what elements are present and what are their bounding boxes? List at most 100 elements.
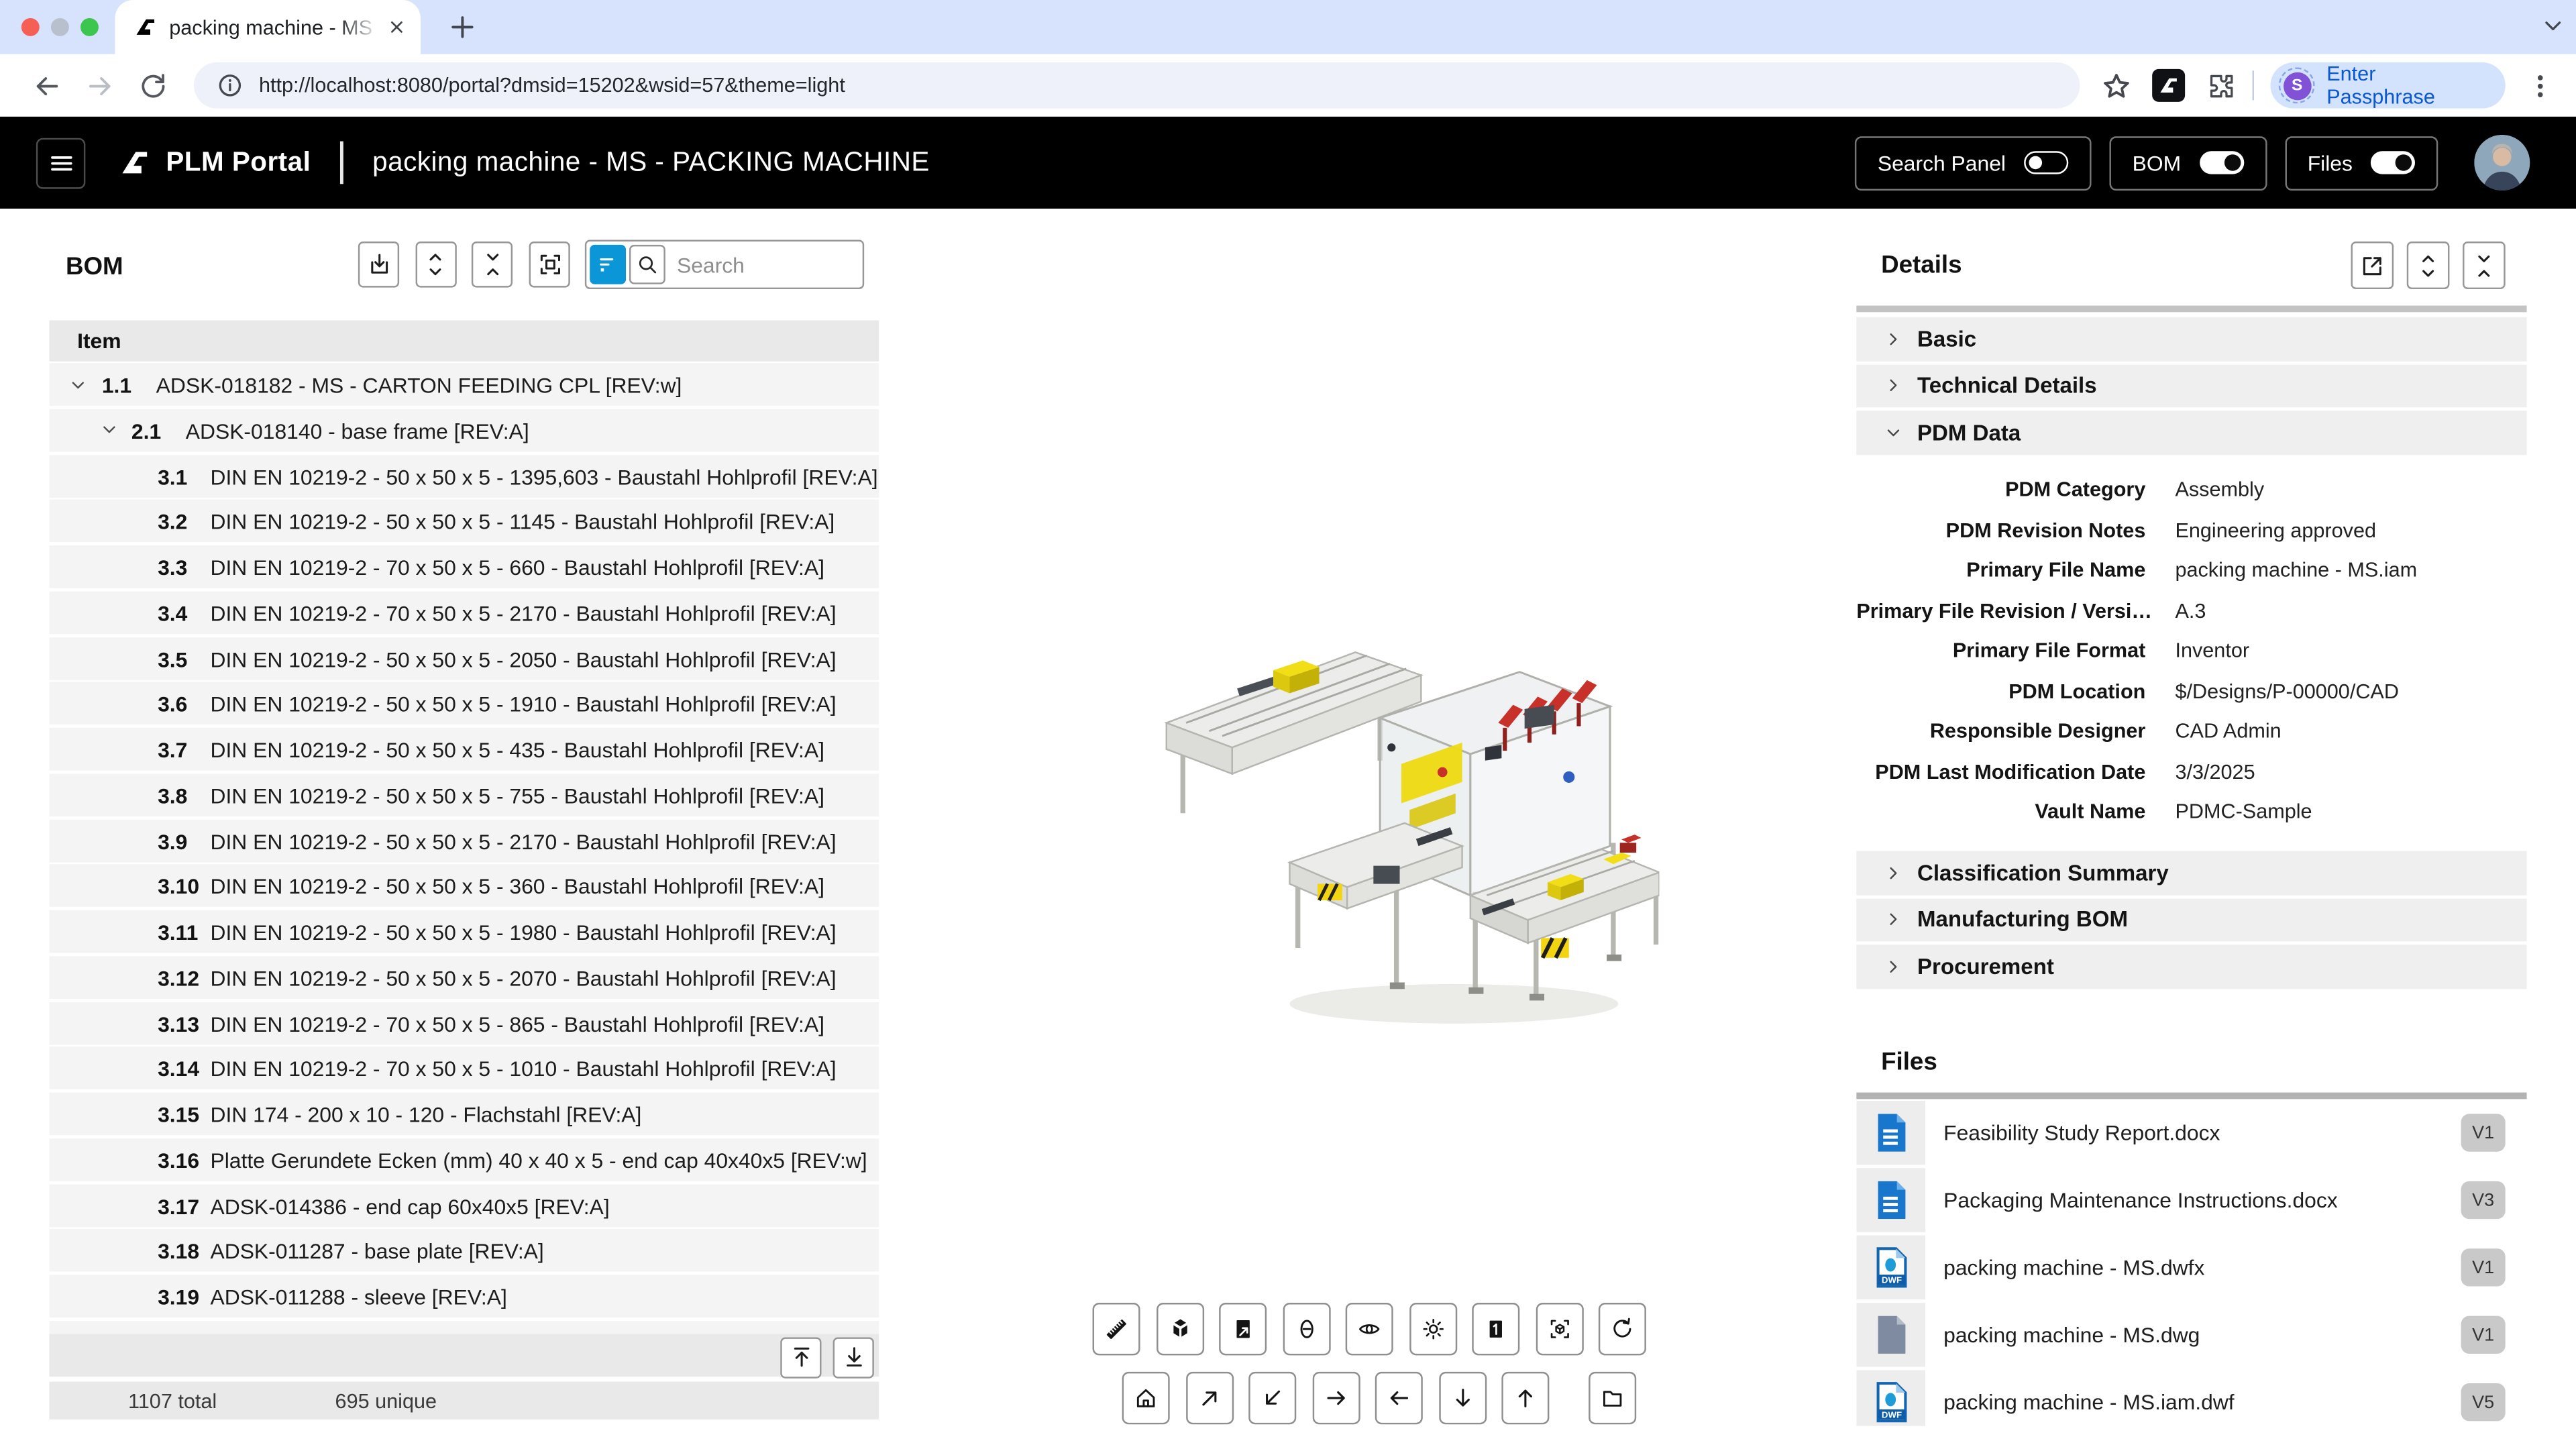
section-pdm-data[interactable]: PDM Data (1856, 411, 2526, 454)
browser-menu-kebab-icon[interactable] (2526, 70, 2556, 101)
toggle-switch[interactable] (2024, 151, 2068, 174)
home-view-button[interactable] (1122, 1372, 1170, 1424)
section-manufacturing-bom[interactable]: Manufacturing BOM (1856, 898, 2526, 941)
passphrase-badge: S (2283, 72, 2311, 100)
file-row-body: Feasibility Study Report.docxV1 (1925, 1101, 2526, 1165)
reload-button[interactable] (138, 70, 168, 101)
pdm-field-label: Primary File Format (1856, 631, 2145, 671)
bom-row[interactable]: 3.10DIN EN 10219-2 - 50 x 50 x 5 - 360 -… (49, 865, 879, 908)
file-row[interactable]: DWFpacking machine - MS.dwfxV1 (1856, 1236, 2526, 1300)
chevron-right-icon (1884, 957, 1902, 975)
toggle-switch[interactable] (2199, 151, 2243, 174)
main-menu-button[interactable] (36, 137, 85, 188)
chevron-down-icon[interactable] (69, 376, 87, 394)
bom-item-number: 3.1 (158, 464, 187, 489)
pdm-field-value: Inventor (2175, 631, 2526, 671)
isolate-button[interactable] (1536, 1303, 1583, 1355)
bom-row[interactable]: 3.9DIN EN 10219-2 - 50 x 50 x 5 - 2170 -… (49, 819, 879, 862)
reset-view-button[interactable] (1599, 1303, 1646, 1355)
enter-passphrase-button[interactable]: S Enter Passphrase (2271, 62, 2506, 109)
bom-row[interactable]: 3.19ADSK-011288 - sleeve [REV:A] (49, 1275, 879, 1318)
bom-row[interactable]: 3.4DIN EN 10219-2 - 70 x 50 x 5 - 2170 -… (49, 591, 879, 634)
bom-item-number: 3.14 (158, 1057, 199, 1081)
bom-item-text: DIN EN 10219-2 - 50 x 50 x 5 - 1910 - Ba… (210, 692, 836, 717)
bom-tree: 1.1ADSK-018182 - MS - CARTON FEEDING CPL… (49, 241, 879, 1419)
bom-row[interactable]: 2.1ADSK-018140 - base frame [REV:A] (49, 409, 879, 451)
bom-row[interactable]: 1.1ADSK-018182 - MS - CARTON FEEDING CPL… (49, 363, 879, 406)
file-row[interactable]: DWFpacking machine - MS.iam.dwfV5 (1856, 1370, 2526, 1426)
forward-button (85, 70, 115, 101)
bom-row[interactable]: 3.5DIN EN 10219-2 - 50 x 50 x 5 - 2050 -… (49, 637, 879, 680)
toggle-switch[interactable] (2371, 151, 2415, 174)
traffic-light-zoom[interactable] (80, 18, 99, 36)
toggle-button-bom[interactable]: BOM (2109, 136, 2266, 190)
bom-item-number: 3.19 (158, 1285, 199, 1309)
scroll-to-bottom-button[interactable] (833, 1336, 874, 1377)
hide-button[interactable] (1282, 1303, 1330, 1355)
chevron-down-icon[interactable] (100, 421, 118, 439)
viewer-files-button[interactable] (1589, 1372, 1636, 1424)
bom-row[interactable]: 3.2DIN EN 10219-2 - 50 x 50 x 5 - 1145 -… (49, 500, 879, 543)
section-basic[interactable]: Basic (1856, 317, 2526, 361)
visibility-button[interactable] (1346, 1303, 1393, 1355)
details-collapse-all-button[interactable] (2463, 241, 2506, 289)
traffic-light-close[interactable] (21, 18, 40, 36)
rotate-up-button[interactable] (1501, 1372, 1549, 1424)
arrowr-icon (1324, 1383, 1348, 1413)
rotate-right-button[interactable] (1312, 1372, 1360, 1424)
viewer-3d-model[interactable] (1134, 567, 1660, 1060)
autodesk-favicon (135, 16, 156, 38)
file-row[interactable]: Packaging Maintenance Instructions.docxV… (1856, 1168, 2526, 1232)
bom-row[interactable]: 3.12DIN EN 10219-2 - 50 x 50 x 5 - 2070 … (49, 956, 879, 999)
bom-row[interactable]: 3.1DIN EN 10219-2 - 50 x 50 x 5 - 1395,6… (49, 454, 879, 497)
oneview-icon (1483, 1314, 1508, 1344)
file-type-icon-dwf: DWF (1856, 1236, 1925, 1300)
measure-button[interactable] (1093, 1303, 1140, 1355)
details-expand-all-button[interactable] (2407, 241, 2450, 289)
bom-row[interactable]: 3.3DIN EN 10219-2 - 70 x 50 x 5 - 660 - … (49, 545, 879, 588)
bom-row[interactable]: 3.17ADSK-014386 - end cap 60x40x5 [REV:A… (49, 1183, 879, 1226)
bom-row[interactable]: 3.15DIN 174 - 200 x 10 - 120 - Flachstah… (49, 1093, 879, 1136)
bom-row[interactable]: 3.11DIN EN 10219-2 - 50 x 50 x 5 - 1980 … (49, 910, 879, 953)
bom-item-number: 3.17 (158, 1193, 199, 1218)
avatar[interactable] (2474, 135, 2530, 191)
model-views-button[interactable] (1156, 1303, 1203, 1355)
scroll-to-top-button[interactable] (780, 1336, 821, 1377)
file-row[interactable]: Feasibility Study Report.docxV1 (1856, 1101, 2526, 1165)
fullscreen-button[interactable] (1219, 1303, 1267, 1355)
site-info-icon[interactable] (216, 72, 242, 99)
tab-close-icon[interactable] (386, 16, 408, 38)
bom-row[interactable]: 3.13DIN EN 10219-2 - 70 x 50 x 5 - 865 -… (49, 1002, 879, 1044)
toggle-button-files[interactable]: Files (2284, 136, 2438, 190)
traffic-light-minimize[interactable] (51, 18, 69, 36)
rotate-left-button[interactable] (1375, 1372, 1423, 1424)
section-classification-summary[interactable]: Classification Summary (1856, 851, 2526, 895)
toggle-button-search-panel[interactable]: Search Panel (1855, 136, 2092, 190)
autodesk-extension-icon[interactable] (2153, 69, 2185, 102)
back-button[interactable] (32, 70, 62, 101)
section-procurement[interactable]: Procurement (1856, 945, 2526, 988)
extensions-puzzle-icon[interactable] (2206, 70, 2236, 101)
browser-tab-strip: packing machine - MS - PACKING MACHINE (0, 0, 2576, 54)
bom-row[interactable]: 3.14DIN EN 10219-2 - 70 x 50 x 5 - 1010 … (49, 1047, 879, 1090)
browser-tab[interactable]: packing machine - MS - PACKING MACHINE (115, 0, 421, 54)
tab-search-icon[interactable] (2540, 13, 2566, 40)
bom-total-count: 1107 total (128, 1389, 217, 1412)
brightness-button[interactable] (1409, 1303, 1456, 1355)
rotate-down-left-button[interactable] (1248, 1372, 1296, 1424)
file-row[interactable]: packing machine - MS.dwgV1 (1856, 1303, 2526, 1367)
address-bar[interactable]: http://localhost:8080/portal?dmsid=15202… (193, 62, 2080, 109)
bom-row[interactable]: 3.8DIN EN 10219-2 - 50 x 50 x 5 - 755 - … (49, 773, 879, 816)
file-type-icon-dwf: DWF (1856, 1370, 1925, 1426)
bom-row[interactable]: 3.7DIN EN 10219-2 - 50 x 50 x 5 - 435 - … (49, 728, 879, 771)
bookmark-star-icon[interactable] (2100, 70, 2131, 101)
bom-row[interactable]: 3.6DIN EN 10219-2 - 50 x 50 x 5 - 1910 -… (49, 682, 879, 725)
single-view-button[interactable] (1472, 1303, 1519, 1355)
open-details-external-button[interactable] (2351, 241, 2394, 289)
section-technical-details[interactable]: Technical Details (1856, 364, 2526, 407)
bom-row[interactable]: 3.18ADSK-011287 - base plate [REV:A] (49, 1229, 879, 1272)
rotate-down-button[interactable] (1438, 1372, 1486, 1424)
rotate-up-right-button[interactable] (1185, 1372, 1233, 1424)
new-tab-button[interactable] (447, 11, 478, 43)
bom-row[interactable]: 3.16Platte Gerundete Ecken (mm) 40 x 40 … (49, 1138, 879, 1181)
